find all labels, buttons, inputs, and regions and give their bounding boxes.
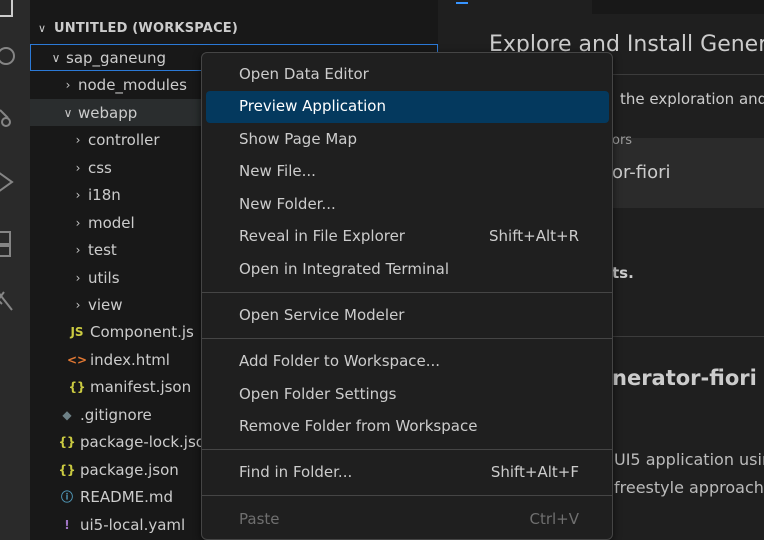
menu-item-add-folder-to-workspace[interactable]: Add Folder to Workspace... bbox=[206, 346, 609, 378]
menu-item-preview-application[interactable]: Preview Application bbox=[206, 91, 609, 123]
tab-strip bbox=[438, 0, 764, 15]
menu-item-open-in-integrated-terminal[interactable]: Open in Integrated Terminal bbox=[206, 254, 609, 286]
menu-item-open-data-editor[interactable]: Open Data Editor bbox=[206, 59, 609, 91]
json-file-icon: {} bbox=[58, 434, 76, 449]
chevron-right-icon: › bbox=[75, 242, 81, 257]
git-file-icon: ◆ bbox=[62, 407, 72, 422]
activity-bar bbox=[0, 0, 30, 540]
context-menu: Open Data Editor Preview Application Sho… bbox=[201, 52, 613, 540]
extension-label: ors bbox=[612, 133, 633, 148]
divider bbox=[612, 336, 764, 337]
explorer-icon[interactable] bbox=[0, 0, 30, 26]
json-file-icon: {} bbox=[58, 462, 76, 477]
js-file-icon: JS bbox=[70, 324, 84, 339]
chevron-down-icon: ∨ bbox=[51, 50, 61, 65]
info-file-icon: ⓘ bbox=[60, 490, 73, 504]
menu-separator bbox=[202, 292, 612, 293]
tab-icon bbox=[456, 0, 468, 4]
menu-item-new-file[interactable]: New File... bbox=[206, 156, 609, 188]
chevron-right-icon: › bbox=[75, 187, 81, 202]
source-control-icon[interactable] bbox=[0, 100, 30, 140]
menu-item-show-page-map[interactable]: Show Page Map bbox=[206, 124, 609, 156]
menu-item-find-in-folder[interactable]: Find in Folder... Shift+Alt+F bbox=[206, 457, 609, 489]
menu-item-paste[interactable]: Paste Ctrl+V bbox=[206, 504, 609, 536]
chevron-right-icon: › bbox=[75, 160, 81, 175]
menu-item-new-folder[interactable]: New Folder... bbox=[206, 189, 609, 221]
body-line-1: UI5 application usin bbox=[614, 450, 764, 469]
chevron-down-icon: ∨ bbox=[37, 21, 47, 35]
chevron-right-icon: › bbox=[75, 132, 81, 147]
html-file-icon: <> bbox=[66, 352, 88, 367]
search-icon[interactable] bbox=[0, 38, 30, 78]
extensions-icon[interactable] bbox=[0, 222, 30, 262]
menu-separator bbox=[202, 338, 612, 339]
chevron-right-icon: › bbox=[75, 270, 81, 285]
body-line-2: freestyle approach bbox=[614, 478, 764, 497]
chevron-right-icon: › bbox=[75, 215, 81, 230]
shortcut-label: Ctrl+V bbox=[529, 510, 579, 528]
extension-name: or-fiori bbox=[612, 162, 671, 183]
chevron-down-icon: ∨ bbox=[63, 105, 73, 120]
intro-text: the exploration and bbox=[620, 90, 764, 108]
bold-text: ts. bbox=[612, 264, 634, 282]
menu-item-open-service-modeler[interactable]: Open Service Modeler bbox=[206, 300, 609, 332]
workspace-title: UNTITLED (WORKSPACE) bbox=[54, 20, 239, 36]
shortcut-label: Shift+Alt+F bbox=[490, 463, 579, 481]
yaml-file-icon: ! bbox=[64, 517, 70, 532]
tab-active[interactable] bbox=[438, 0, 592, 15]
menu-item-remove-folder-from-workspace[interactable]: Remove Folder from Workspace bbox=[206, 411, 609, 443]
chevron-right-icon: › bbox=[75, 297, 81, 312]
shortcut-label: Shift+Alt+R bbox=[489, 227, 579, 245]
json-file-icon: {} bbox=[68, 379, 86, 394]
menu-separator bbox=[202, 449, 612, 450]
workspace-header[interactable]: ∨ UNTITLED (WORKSPACE) bbox=[30, 14, 438, 42]
menu-separator bbox=[202, 495, 612, 496]
menu-item-reveal-in-file-explorer[interactable]: Reveal in File Explorer Shift+Alt+R bbox=[206, 221, 609, 253]
chevron-right-icon: › bbox=[65, 77, 71, 92]
section-title: nerator-fiori bbox=[612, 366, 757, 390]
run-debug-icon[interactable] bbox=[0, 160, 30, 200]
menu-item-open-folder-settings[interactable]: Open Folder Settings bbox=[206, 379, 609, 411]
wrench-icon[interactable] bbox=[0, 280, 30, 320]
